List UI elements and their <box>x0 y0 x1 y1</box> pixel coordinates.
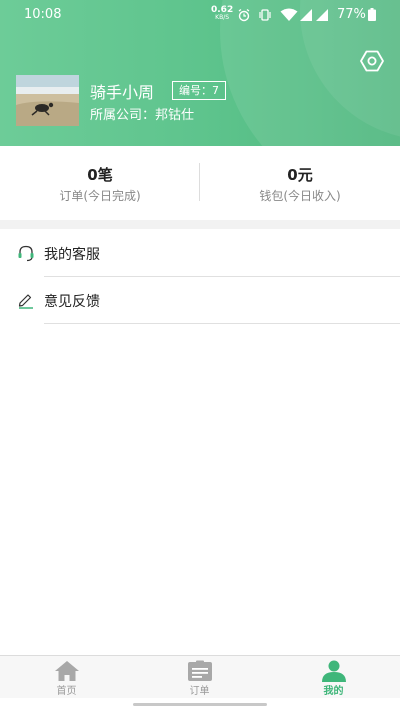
tab-home[interactable]: 首页 <box>0 656 133 699</box>
orders-count: 0笔 <box>87 166 113 184</box>
rider-name: 骑手小周 <box>90 83 155 102</box>
order-list-icon <box>188 660 212 681</box>
system-nav-bar <box>0 698 400 711</box>
bottom-tab-bar: 首页 订单 我的 <box>0 655 400 698</box>
pen-edit-icon <box>18 294 33 309</box>
user-icon <box>322 660 346 682</box>
menu-item-customer-service[interactable]: 我的客服 <box>0 230 400 277</box>
network-speed-unit: KB/S <box>215 14 230 21</box>
network-speed: 0.62 KB/S <box>211 6 233 22</box>
battery-icon <box>368 8 376 21</box>
wallet-label: 钱包(今日收入) <box>259 189 341 203</box>
home-gesture-bar[interactable] <box>133 703 267 706</box>
stats-panel: 0笔 订单(今日完成) 0元 钱包(今日收入) <box>0 146 400 220</box>
tab-label: 我的 <box>323 686 344 697</box>
menu-item-feedback[interactable]: 意见反馈 <box>0 277 400 324</box>
settings-hexagon-icon[interactable] <box>360 50 384 72</box>
tab-orders[interactable]: 订单 <box>133 656 266 699</box>
signal-icon <box>316 9 328 21</box>
company-name: 所属公司：邦钴仕 <box>90 108 195 123</box>
wifi-icon <box>280 8 298 21</box>
network-speed-value: 0.62 <box>211 5 234 15</box>
headset-icon <box>18 245 34 262</box>
battery-percent: 77% <box>337 7 366 22</box>
alarm-icon <box>238 8 250 22</box>
home-icon <box>55 661 79 681</box>
avatar[interactable] <box>16 75 79 126</box>
section-divider <box>0 220 400 229</box>
orders-label: 订单(今日完成) <box>59 189 141 203</box>
signal-icon <box>300 9 312 21</box>
tab-mine[interactable]: 我的 <box>267 656 400 699</box>
tab-label: 首页 <box>56 686 77 697</box>
orders-stat[interactable]: 0笔 订单(今日完成) <box>0 146 200 220</box>
divider <box>44 323 400 324</box>
profile-header: 10:08 0.62 KB/S 77% 骑手小周 编号：7 所属公司：邦钴仕 <box>0 0 400 146</box>
vibrate-icon <box>259 9 271 21</box>
menu-item-label: 意见反馈 <box>44 294 100 310</box>
wallet-amount: 0元 <box>287 166 313 184</box>
wallet-stat[interactable]: 0元 钱包(今日收入) <box>200 146 400 220</box>
status-bar: 10:08 0.62 KB/S 77% <box>0 0 400 30</box>
menu-item-label: 我的客服 <box>44 247 100 263</box>
rider-id-badge: 编号：7 <box>172 81 226 100</box>
status-time: 10:08 <box>24 7 62 22</box>
tab-label: 订单 <box>189 686 210 697</box>
